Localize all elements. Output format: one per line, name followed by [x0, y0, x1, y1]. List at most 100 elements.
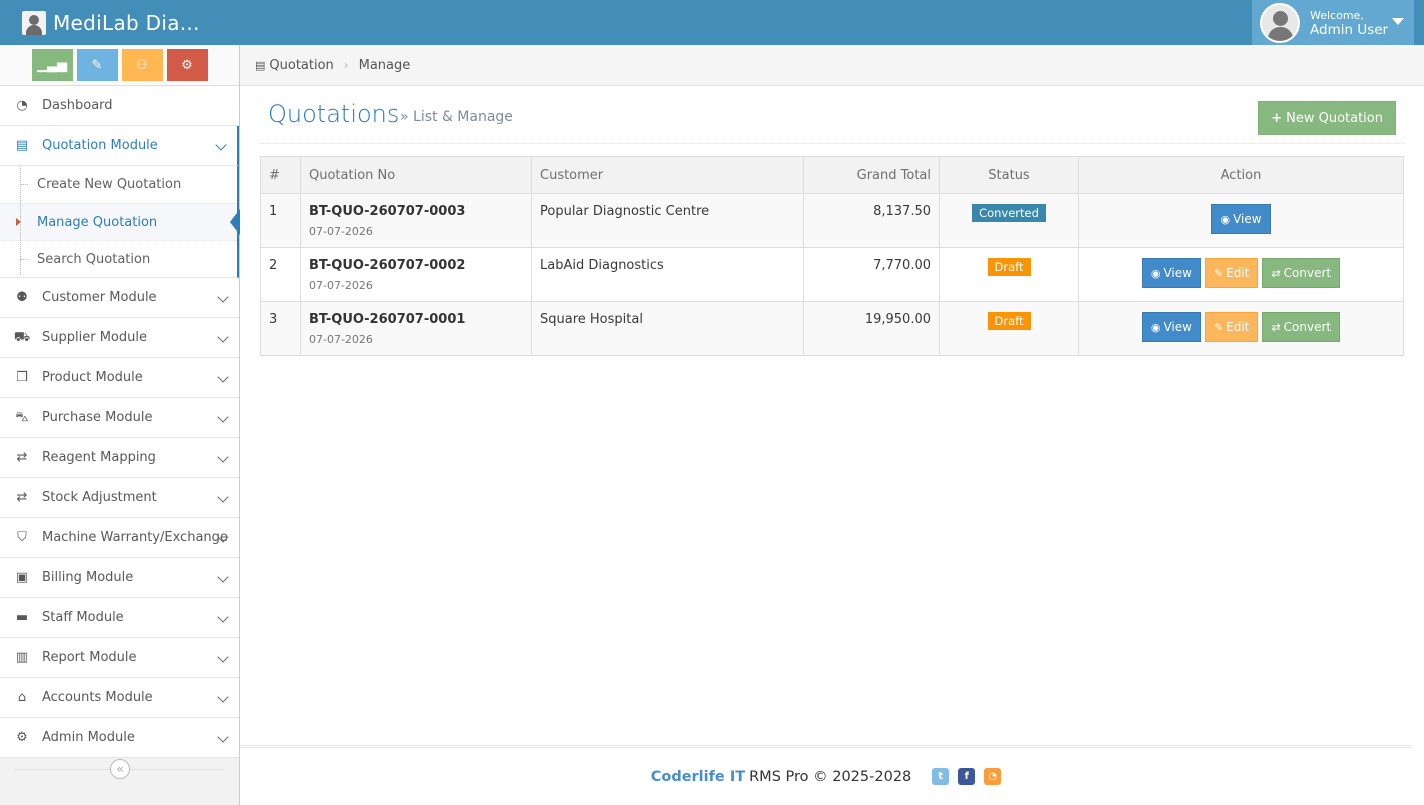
truck-icon: ⛟ [13, 330, 31, 345]
table-row: 3 BT-QUO-260707-0001 07-07-2026 Square H… [260, 301, 1404, 356]
caret-down-icon [1392, 18, 1404, 25]
pencil-icon[interactable]: ✎ [76, 49, 118, 81]
rss-icon[interactable]: ◔ [984, 768, 1002, 785]
chevron-right-icon: › [343, 58, 349, 72]
briefcase-icon: ▬ [15, 610, 29, 625]
sidebar-item-supplier-module[interactable]: ⛟ Supplier Module [0, 318, 239, 358]
col-header-grand-total[interactable]: Grand Total [803, 156, 940, 194]
chevron-down-icon [217, 651, 229, 663]
sidebar-item-product-module[interactable]: ❒ Product Module [0, 358, 239, 398]
brand[interactable]: MediLab Dia... [22, 11, 200, 35]
breadcrumb: ▤ Quotation › Manage [240, 45, 1424, 86]
new-quotation-button[interactable]: + New Quotation [1258, 101, 1396, 135]
footer: Coderlife IT RMS Pro © 2025-2028 t f ◔ [240, 745, 1412, 805]
sidebar-item-customer-module[interactable]: ⚉ Customer Module [0, 278, 239, 318]
gear-icon: ⚙ [16, 730, 28, 745]
view-button[interactable]: ◉ View [1211, 204, 1271, 234]
chevron-down-icon [215, 139, 227, 151]
chevron-down-icon [217, 611, 229, 623]
chevron-down-icon [217, 291, 229, 303]
avatar [1260, 2, 1300, 43]
breadcrumb-root[interactable]: Quotation [269, 58, 333, 73]
sidebar-item-manage-quotation[interactable]: Manage Quotation [0, 203, 240, 240]
footer-copyright: RMS Pro © 2025-2028 [749, 768, 912, 785]
edit-button[interactable]: ✎ Edit [1204, 312, 1259, 342]
sidebar-item-dashboard[interactable]: ◔ Dashboard [0, 86, 239, 126]
row-number: 3 [260, 301, 301, 356]
status-badge: Converted [972, 204, 1046, 222]
facebook-icon[interactable]: f [958, 768, 976, 785]
sidebar-item-staff-module[interactable]: ▬ Staff Module [0, 598, 239, 638]
chevron-down-icon [217, 451, 229, 463]
twitter-icon[interactable]: t [932, 768, 950, 785]
status-badge: Draft [987, 258, 1031, 276]
col-header-status[interactable]: Status [939, 156, 1079, 194]
sidebar: ▁▃▅ ✎ ⚇ ⚙ ◔ Dashboard ▤ Quotation Module… [0, 45, 240, 805]
footer-org: Coderlife IT [650, 768, 746, 785]
view-button[interactable]: ◉ View [1141, 312, 1201, 342]
quotations-table: # Quotation No Customer Grand Total Stat… [260, 156, 1404, 356]
grand-total: 19,950.00 [803, 301, 940, 356]
sidebar-item-report-module[interactable]: ▥ Report Module [0, 638, 239, 678]
col-header-customer[interactable]: Customer [531, 156, 804, 194]
sidebar-item-stock-adjustment[interactable]: ⇄ Stock Adjustment [0, 478, 239, 518]
user-menu[interactable]: Welcome, Admin User [1252, 0, 1414, 45]
table-row: 2 BT-QUO-260707-0002 07-07-2026 LabAid D… [260, 247, 1404, 302]
page-title: Quotations [268, 100, 400, 128]
sidebar-item-quotation-module[interactable]: ▤ Quotation Module [0, 126, 239, 166]
quotation-submenu: Create New Quotation Manage Quotation Se… [0, 166, 240, 278]
sidebar-item-billing-module[interactable]: ▣ Billing Module [0, 558, 239, 598]
double-angle-left-icon[interactable]: « [110, 759, 130, 779]
customer-name: LabAid Diagnostics [531, 247, 804, 302]
users-icon: ⚉ [16, 290, 28, 305]
sidebar-item-purchase-module[interactable]: ⛍ Purchase Module [0, 398, 239, 438]
brand-logo-icon [22, 11, 46, 35]
page-header: Quotations » List & Manage + New Quotati… [260, 86, 1404, 144]
chevron-down-icon [217, 491, 229, 503]
col-header-quotation-no[interactable]: Quotation No [300, 156, 532, 194]
dashboard-icon: ◔ [16, 98, 28, 113]
breadcrumb-current: Manage [358, 57, 411, 73]
plus-icon: + [1271, 110, 1283, 126]
sidebar-item-search-quotation[interactable]: Search Quotation [0, 240, 237, 277]
col-header-action: Action [1078, 156, 1404, 194]
exchange-icon: ⇄ [1271, 320, 1281, 334]
sidebar-item-accounts-module[interactable]: ⌂ Accounts Module [0, 678, 239, 718]
edit-icon: ✎ [1213, 320, 1224, 334]
table-header-row: # Quotation No Customer Grand Total Stat… [260, 156, 1404, 194]
sidebar-item-reagent-mapping[interactable]: ⇄ Reagent Mapping [0, 438, 239, 478]
chevron-down-icon [217, 411, 229, 423]
grand-total: 8,137.50 [803, 193, 940, 248]
sidebar-collapse-bar: « [0, 756, 239, 783]
chevron-down-icon [217, 691, 229, 703]
table-row: 1 BT-QUO-260707-0003 07-07-2026 Popular … [260, 193, 1404, 248]
cogs-icon[interactable]: ⚙ [166, 49, 208, 81]
eye-icon: ◉ [1150, 320, 1161, 334]
sidebar-item-admin-module[interactable]: ⚙ Admin Module [0, 718, 239, 758]
exchange-icon: ⇄ [1271, 266, 1281, 280]
status-badge: Draft [987, 312, 1031, 330]
shield-icon: ⛉ [17, 530, 27, 545]
sidebar-item-create-quotation[interactable]: Create New Quotation [0, 166, 237, 203]
convert-button[interactable]: ⇄ Convert [1262, 312, 1341, 342]
exchange-icon: ⇄ [16, 490, 28, 505]
cart-icon: ⛍ [15, 410, 29, 425]
signal-icon[interactable]: ▁▃▅ [31, 49, 73, 81]
edit-button[interactable]: ✎ Edit [1204, 258, 1259, 288]
quotation-number: BT-QUO-260707-0001 [309, 312, 466, 327]
convert-button[interactable]: ⇄ Convert [1262, 258, 1341, 288]
grand-total: 7,770.00 [803, 247, 940, 302]
user-name: Admin User [1310, 21, 1389, 38]
edit-icon: ✎ [1213, 266, 1224, 280]
exchange-icon: ⇄ [16, 450, 28, 465]
app-title: MediLab Dia... [53, 11, 200, 35]
sidebar-item-machine-warranty[interactable]: ⛉ Machine Warranty/Exchange [0, 518, 239, 558]
users-icon[interactable]: ⚇ [121, 49, 163, 81]
col-header-num: # [260, 156, 301, 194]
welcome-text: Welcome, [1310, 8, 1364, 22]
sidebar-shortcuts: ▁▃▅ ✎ ⚇ ⚙ [0, 45, 239, 86]
view-button[interactable]: ◉ View [1141, 258, 1201, 288]
quotation-date: 07-07-2026 [309, 225, 373, 238]
cubes-icon: ❒ [16, 370, 28, 385]
file-text-icon: ▤ [255, 58, 266, 72]
